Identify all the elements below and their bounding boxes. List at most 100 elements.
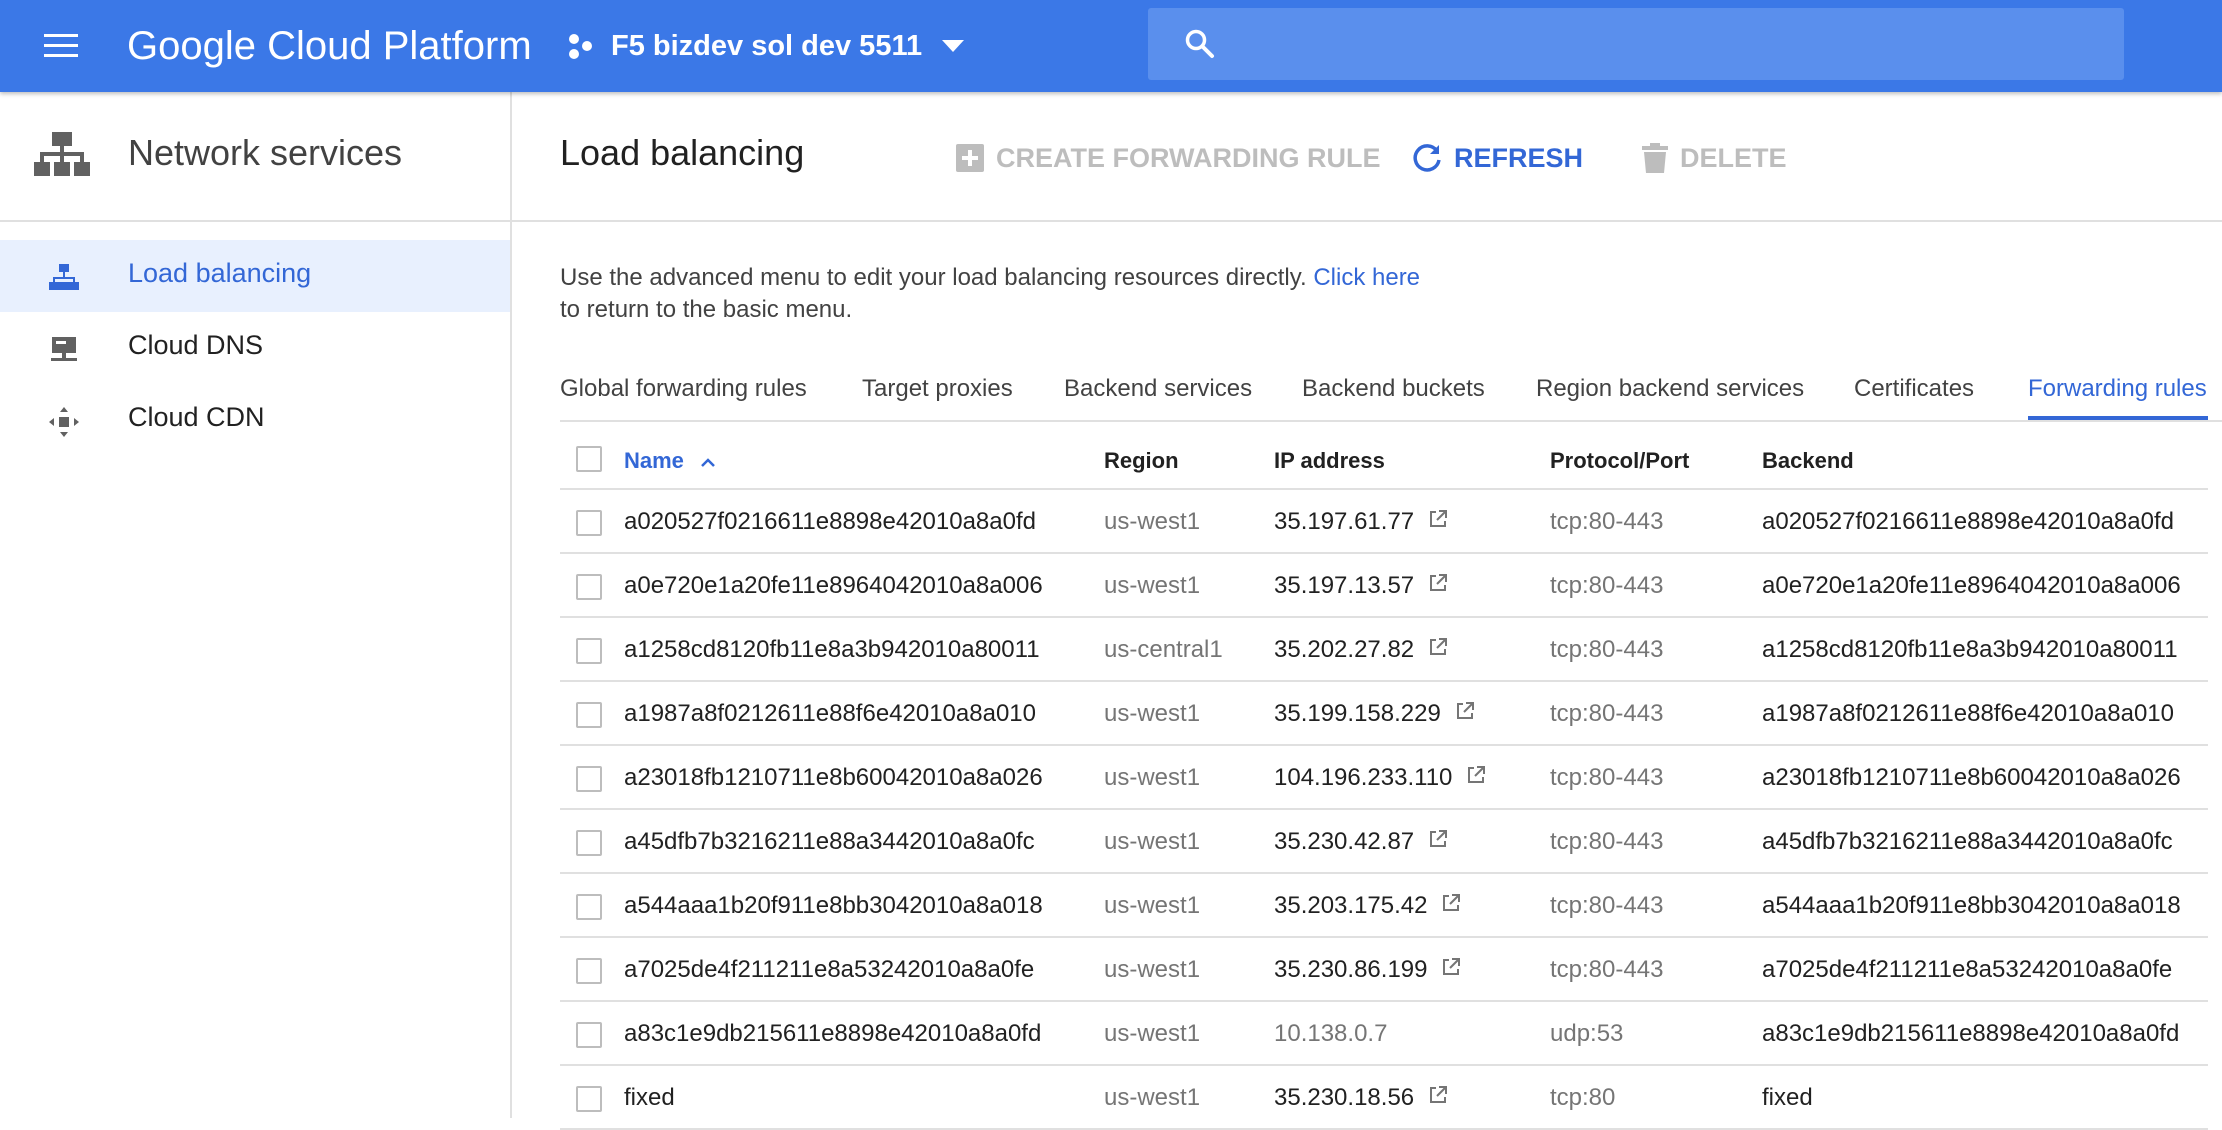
open-in-new-icon[interactable] [1428,508,1448,536]
column-header-ip-address[interactable]: IP address [1274,448,1385,474]
row-checkbox[interactable] [576,830,602,856]
table-row[interactable]: a020527f0216611e8898e42010a8a0fd us-west1… [560,490,2208,554]
ip-address-cell: 35.230.86.199 [1274,956,1461,984]
chevron-down-icon [942,40,965,52]
ip-address-value: 35.197.13.57 [1274,572,1415,599]
open-in-new-icon[interactable] [1428,572,1448,600]
rule-name[interactable]: a7025de4f211211e8a53242010a8a0fe [624,956,1034,984]
menu-icon[interactable] [30,20,82,72]
refresh-icon [1413,144,1441,172]
sidebar-item-label: Load balancing [128,258,312,288]
backend-value[interactable]: a0e720e1a20fe11e8964042010a8a006 [1762,572,2181,600]
rule-name[interactable]: a1987a8f0212611e88f6e42010a8a010 [624,700,1036,728]
basic-menu-link[interactable]: Click here [1313,264,1420,291]
column-header-backend[interactable]: Backend [1762,448,1854,474]
search-input[interactable] [1238,22,2102,68]
delete-button[interactable]: DELETE [1642,140,1787,176]
add-box-icon [956,144,984,172]
region-value: us-west1 [1104,572,1201,599]
column-header-region[interactable]: Region [1104,448,1179,474]
open-in-new-icon[interactable] [1441,956,1461,984]
protocol-port-value: tcp:80 [1550,1084,1616,1111]
backend-value[interactable]: a1987a8f0212611e88f6e42010a8a010 [1762,700,2174,728]
protocol-port-value: tcp:80-443 [1550,572,1664,599]
forwarding-rules-table: Name Region IP address Protocol/Port Bac… [560,430,2208,1130]
row-checkbox[interactable] [576,638,602,664]
ip-address-value: 35.230.42.87 [1274,828,1415,855]
ip-address-cell: 35.203.175.42 [1274,892,1461,920]
table-row[interactable]: a23018fb1210711e8b60042010a8a026 us-west1… [560,746,2208,810]
backend-value[interactable]: a23018fb1210711e8b60042010a8a026 [1762,764,2181,792]
region-value: us-central1 [1104,636,1223,663]
backend-value[interactable]: a1258cd8120fb11e8a3b942010a80011 [1762,636,2178,664]
tabs-divider [560,420,2222,422]
sidebar-item-cloud-dns[interactable]: Cloud DNS [0,312,510,384]
table-row[interactable]: a83c1e9db215611e8898e42010a8a0fd us-west1… [560,1002,2208,1066]
column-header-name[interactable]: Name [624,448,716,474]
row-checkbox[interactable] [576,894,602,920]
sidebar: Network services Load balancing Cloud DN… [0,92,512,1118]
ip-address-value: 35.230.18.56 [1274,1084,1415,1111]
cloud-dns-icon [51,337,77,361]
rule-name[interactable]: a83c1e9db215611e8898e42010a8a0fd [624,1020,1041,1048]
sidebar-item-cloud-cdn[interactable]: Cloud CDN [0,384,510,456]
protocol-port-value: tcp:80-443 [1550,636,1664,663]
backend-value[interactable]: fixed [1762,1084,1813,1112]
table-row[interactable]: a1987a8f0212611e88f6e42010a8a010 us-west1… [560,682,2208,746]
open-in-new-icon[interactable] [1428,828,1448,856]
table-row[interactable]: a544aaa1b20f911e8bb3042010a8a018 us-west1… [560,874,2208,938]
project-name: F5 bizdev sol dev 5511 [611,29,923,62]
tab-backend-services[interactable]: Backend services [1064,372,1252,420]
tab-certificates[interactable]: Certificates [1854,372,1974,420]
product-title[interactable]: Google Cloud Platform [127,20,532,72]
row-checkbox[interactable] [576,702,602,728]
open-in-new-icon[interactable] [1428,636,1448,664]
column-header-protocol-port[interactable]: Protocol/Port [1550,448,1689,474]
tab-region-backend-services[interactable]: Region backend services [1536,372,1804,420]
open-in-new-icon[interactable] [1455,700,1475,728]
ip-address-value: 104.196.233.110 [1274,764,1453,791]
table-row[interactable]: a1258cd8120fb11e8a3b942010a80011 us-centr… [560,618,2208,682]
tab-forwarding-rules[interactable]: Forwarding rules [2028,372,2207,420]
trash-icon [1642,143,1668,173]
rule-name[interactable]: a0e720e1a20fe11e8964042010a8a006 [624,572,1043,600]
protocol-port-value: tcp:80-443 [1550,956,1664,983]
open-in-new-icon[interactable] [1428,1084,1448,1112]
row-checkbox[interactable] [576,1022,602,1048]
row-checkbox[interactable] [576,1086,602,1112]
select-all-checkbox[interactable] [576,446,602,472]
open-in-new-icon[interactable] [1466,764,1486,792]
row-checkbox[interactable] [576,574,602,600]
sidebar-header: Network services [0,92,510,222]
table-row[interactable]: a7025de4f211211e8a53242010a8a0fe us-west1… [560,938,2208,1002]
rule-name[interactable]: a544aaa1b20f911e8bb3042010a8a018 [624,892,1043,920]
refresh-button[interactable]: REFRESH [1412,140,1583,176]
rule-name[interactable]: a23018fb1210711e8b60042010a8a026 [624,764,1043,792]
project-selector[interactable]: F5 bizdev sol dev 5511 [565,22,965,70]
backend-value[interactable]: a83c1e9db215611e8898e42010a8a0fd [1762,1020,2179,1048]
rule-name[interactable]: fixed [624,1084,675,1112]
rule-name[interactable]: a45dfb7b3216211e88a3442010a8a0fc [624,828,1035,856]
tab-target-proxies[interactable]: Target proxies [862,372,1013,420]
open-in-new-icon[interactable] [1441,892,1461,920]
active-tab-indicator [2028,416,2208,420]
table-row[interactable]: a45dfb7b3216211e88a3442010a8a0fc us-west1… [560,810,2208,874]
backend-value[interactable]: a020527f0216611e8898e42010a8a0fd [1762,508,2174,536]
backend-value[interactable]: a544aaa1b20f911e8bb3042010a8a018 [1762,892,2181,920]
search-bar[interactable] [1148,8,2124,80]
tab-global-forwarding-rules[interactable]: Global forwarding rules [560,372,807,420]
rule-name[interactable]: a1258cd8120fb11e8a3b942010a80011 [624,636,1040,664]
sidebar-item-load-balancing[interactable]: Load balancing [0,240,510,312]
table-row[interactable]: fixed us-west1 35.230.18.56 tcp:80 fixed [560,1066,2208,1130]
backend-value[interactable]: a45dfb7b3216211e88a3442010a8a0fc [1762,828,2173,856]
rule-name[interactable]: a020527f0216611e8898e42010a8a0fd [624,508,1036,536]
row-checkbox[interactable] [576,766,602,792]
tab-backend-buckets[interactable]: Backend buckets [1302,372,1485,420]
row-checkbox[interactable] [576,958,602,984]
table-row[interactable]: a0e720e1a20fe11e8964042010a8a006 us-west1… [560,554,2208,618]
row-checkbox[interactable] [576,510,602,536]
backend-value[interactable]: a7025de4f211211e8a53242010a8a0fe [1762,956,2172,984]
protocol-port-value: udp:53 [1550,1020,1624,1047]
sort-ascending-icon [701,458,715,468]
create-forwarding-rule-button[interactable]: CREATE FORWARDING RULE [956,140,1381,176]
